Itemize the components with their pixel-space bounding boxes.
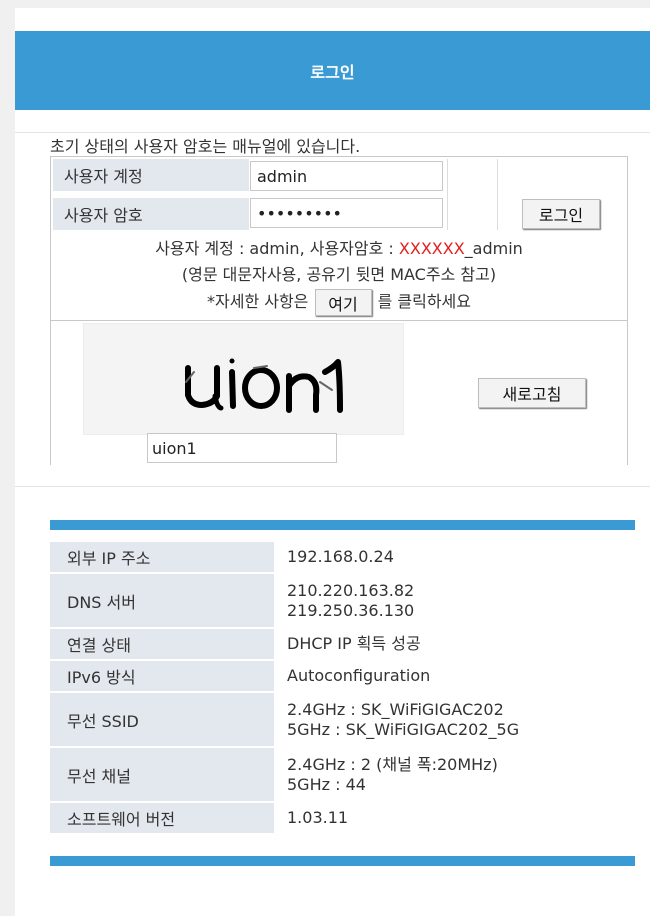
hint-prefix: 사용자 계정 : admin, 사용자암호 : xyxy=(155,239,399,258)
hint-masked: XXXXXX xyxy=(398,239,465,258)
status-row: 외부 IP 주소 192.168.0.24 xyxy=(50,542,635,574)
status-value-line: 5GHz : SK_WiFiGIGAC202_5G xyxy=(287,719,520,739)
status-value-line: 192.168.0.24 xyxy=(287,547,394,566)
status-value-line: 219.250.36.130 xyxy=(287,600,415,620)
status-table: 외부 IP 주소 192.168.0.24 DNS 서버 210.220.163.82… xyxy=(50,542,635,835)
refresh-captcha-button[interactable]: 새로고침 xyxy=(478,378,586,408)
status-label: DNS 서버 xyxy=(50,574,274,629)
status-table-body: 외부 IP 주소 192.168.0.24 DNS 서버 210.220.163.82… xyxy=(50,542,635,835)
status-value-line: 5GHz : 44 xyxy=(287,774,366,794)
status-value-line: 210.220.163.82 xyxy=(287,580,415,600)
status-row: 무선 채널 2.4GHz : 2 (채널 폭:20MHz) 5GHz : 44 xyxy=(50,748,635,803)
status-top-bar xyxy=(50,520,635,530)
status-value-line: Autoconfiguration xyxy=(287,666,431,685)
detail-suffix: 를 클릭하세요 xyxy=(377,292,471,311)
login-button[interactable]: 로그인 xyxy=(522,199,600,229)
detail-prefix: *자세한 사항은 xyxy=(207,292,309,311)
detail-link-button[interactable]: 여기 xyxy=(314,289,372,316)
divider xyxy=(15,486,650,487)
status-bottom-bar xyxy=(50,856,635,866)
status-value: 2.4GHz : SK_WiFiGIGAC202 5GHz : SK_WiFiGI… xyxy=(274,693,635,748)
login-hint: 사용자 계정 : admin, 사용자암호 : XXXXXX_admin xyxy=(51,235,627,259)
status-row: IPv6 방식 Autoconfiguration xyxy=(50,661,635,693)
status-value-line: 2.4GHz : SK_WiFiGIGAC202 xyxy=(287,699,504,719)
detail-line: *자세한 사항은 여기 를 클릭하세요 xyxy=(51,288,627,316)
password-notice: 초기 상태의 사용자 암호는 매뉴얼에 있습니다. xyxy=(50,137,361,156)
status-value: DHCP IP 획득 성공 xyxy=(274,629,635,661)
status-row: 소프트웨어 버전 1.03.11 xyxy=(50,803,635,835)
page-title: 로그인 xyxy=(310,62,355,82)
login-form: 사용자 계정 사용자 암호 로그인 사용자 계정 : admin, 사용자암호 … xyxy=(50,156,628,465)
status-label: 무선 SSID xyxy=(50,693,274,748)
captcha-input[interactable] xyxy=(147,433,337,463)
status-value: 2.4GHz : 2 (채널 폭:20MHz) 5GHz : 44 xyxy=(274,748,635,803)
page-header: 로그인 xyxy=(15,31,650,110)
column-divider xyxy=(447,159,448,230)
status-value-line: 1.03.11 xyxy=(287,808,349,827)
status-row: DNS 서버 210.220.163.82 219.250.36.130 xyxy=(50,574,635,629)
account-input[interactable] xyxy=(250,161,443,191)
status-row: 연결 상태 DHCP IP 획득 성공 xyxy=(50,629,635,661)
status-label: 무선 채널 xyxy=(50,748,274,803)
status-value: 1.03.11 xyxy=(274,803,635,835)
password-input[interactable] xyxy=(250,198,443,228)
captcha-image xyxy=(83,323,404,435)
status-label: 소프트웨어 버전 xyxy=(50,803,274,835)
hint-suffix: _admin xyxy=(464,239,523,258)
captcha-graphic xyxy=(185,358,343,413)
account-label: 사용자 계정 xyxy=(53,159,249,191)
status-label: IPv6 방식 xyxy=(50,661,274,693)
status-value-line: DHCP IP 획득 성공 xyxy=(287,634,421,653)
status-value: 210.220.163.82 219.250.36.130 xyxy=(274,574,635,629)
captcha-section: 새로고침 xyxy=(51,320,627,465)
status-value: Autoconfiguration xyxy=(274,661,635,693)
status-value: 192.168.0.24 xyxy=(274,542,635,574)
status-label: 외부 IP 주소 xyxy=(50,542,274,574)
login-hint-note: (영문 대문자사용, 공유기 뒷면 MAC주소 참고) xyxy=(181,265,497,284)
column-divider xyxy=(497,159,498,230)
status-row: 무선 SSID 2.4GHz : SK_WiFiGIGAC202 5GHz : SK… xyxy=(50,693,635,748)
status-value-line: 2.4GHz : 2 (채널 폭:20MHz) xyxy=(287,754,498,774)
status-label: 연결 상태 xyxy=(50,629,274,661)
password-label: 사용자 암호 xyxy=(53,198,249,230)
